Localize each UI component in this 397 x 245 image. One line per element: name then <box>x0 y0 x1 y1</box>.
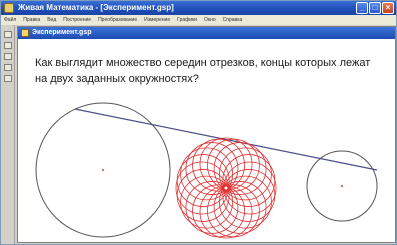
document-title: Эксперимент.gsp <box>32 29 92 36</box>
close-button[interactable]: × <box>382 2 394 14</box>
menu-help[interactable]: Справка <box>223 15 243 25</box>
connecting-segment[interactable] <box>74 108 378 171</box>
document-icon <box>21 29 29 37</box>
geometry-drawing <box>35 102 378 239</box>
menu-graph[interactable]: Графики <box>177 15 197 25</box>
tool-palette <box>1 25 15 244</box>
arrow-tool-icon[interactable] <box>4 31 12 38</box>
menu-view[interactable]: Вид <box>47 15 56 25</box>
menu-construct[interactable]: Построение <box>63 15 91 25</box>
midpoint-locus-traces <box>175 137 277 239</box>
segment-tool-icon[interactable] <box>4 64 12 71</box>
document-title-bar[interactable]: Эксперимент.gsp <box>18 27 395 39</box>
minimize-button[interactable]: _ <box>356 2 368 14</box>
point-tool-icon[interactable] <box>4 42 12 49</box>
menu-window[interactable]: Окно <box>204 15 216 25</box>
document-window: Эксперимент.gsp Как выглядит множество с… <box>17 26 396 243</box>
menu-transform[interactable]: Преобразование <box>98 15 137 25</box>
right-center-point[interactable] <box>340 184 344 188</box>
app-window: Живая Математика - [Эксперимент.gsp] _ □… <box>0 0 397 245</box>
left-center-point[interactable] <box>101 168 105 172</box>
sketch-canvas[interactable]: Как выглядит множество середин отрезков,… <box>18 39 395 242</box>
menu-measure[interactable]: Измерение <box>144 15 170 25</box>
window-title: Живая Математика - [Эксперимент.gsp] <box>18 3 174 12</box>
app-icon <box>4 3 14 13</box>
menu-file[interactable]: Файл <box>4 15 16 25</box>
title-bar[interactable]: Живая Математика - [Эксперимент.gsp] _ □… <box>1 1 396 15</box>
compass-tool-icon[interactable] <box>4 53 12 60</box>
menu-edit[interactable]: Правка <box>23 15 40 25</box>
window-controls: _ □ × <box>356 2 394 14</box>
maximize-button[interactable]: □ <box>369 2 381 14</box>
menu-bar: Файл Правка Вид Построение Преобразовани… <box>1 15 396 25</box>
text-tool-icon[interactable] <box>4 75 12 82</box>
